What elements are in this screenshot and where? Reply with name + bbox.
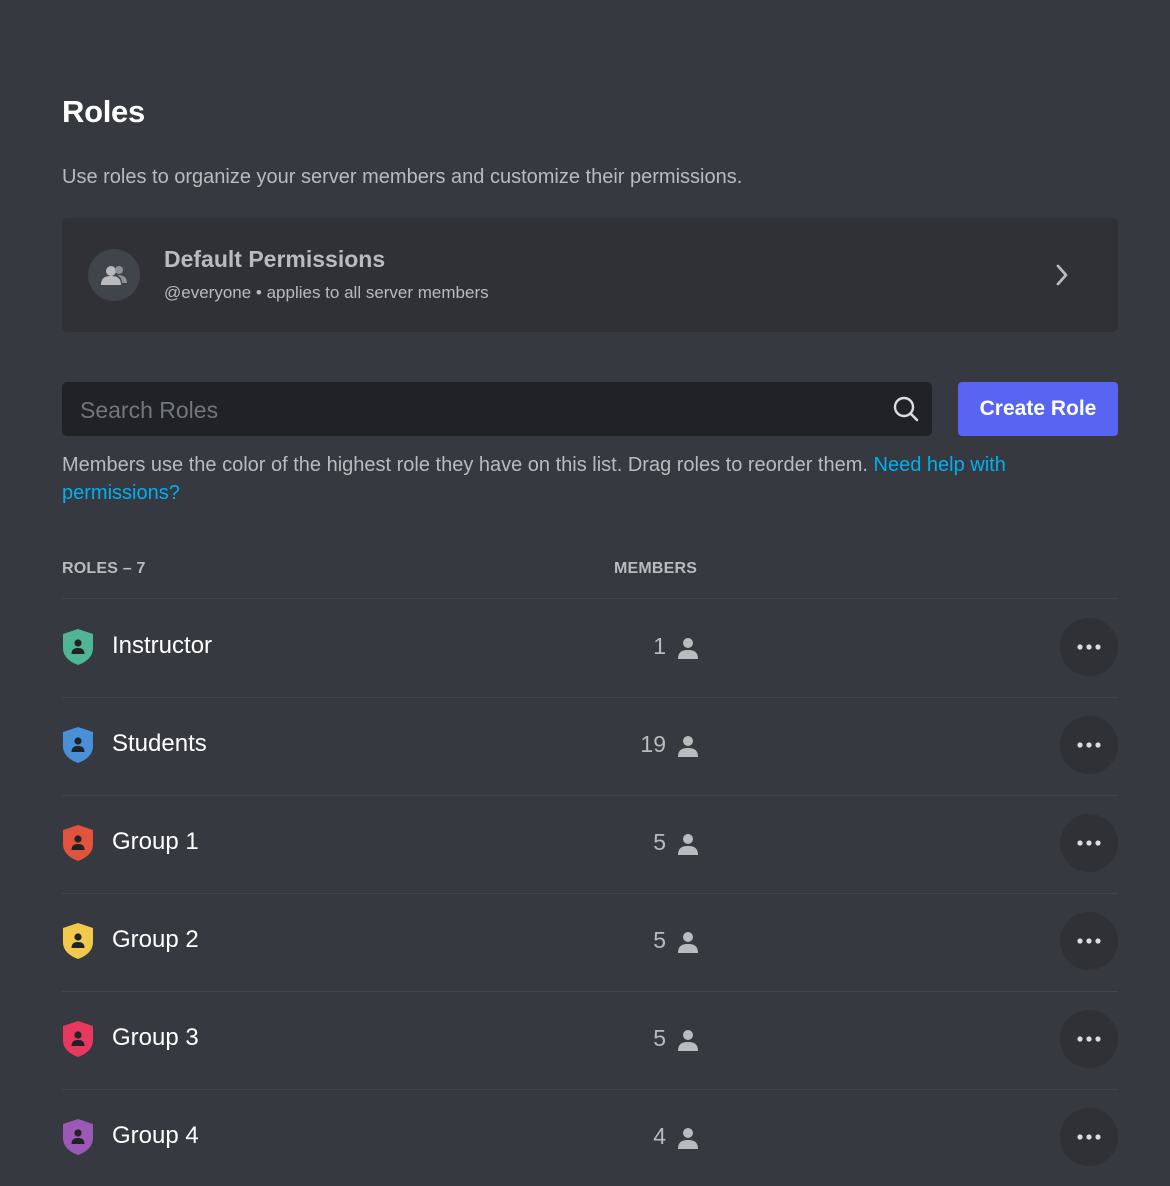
role-row[interactable]: Students 19	[62, 697, 1118, 796]
role-more-button[interactable]	[1060, 716, 1118, 774]
role-member-count: 19	[640, 731, 666, 757]
role-name: Students	[112, 730, 207, 757]
role-more-button[interactable]	[1060, 912, 1118, 970]
default-permissions-card[interactable]: Default Permissions @everyone • applies …	[62, 218, 1118, 332]
person-icon	[678, 1030, 698, 1051]
default-permissions-subtitle: @everyone • applies to all server member…	[164, 283, 489, 302]
chevron-right-icon	[1056, 264, 1068, 286]
role-member-count: 1	[653, 633, 666, 659]
role-row[interactable]: Group 4 4	[62, 1089, 1118, 1186]
role-row[interactable]: Group 1 5	[62, 795, 1118, 894]
person-icon	[678, 736, 698, 757]
role-row[interactable]: Group 3 5	[62, 991, 1118, 1090]
person-icon	[678, 932, 698, 953]
role-shield-icon	[63, 1021, 93, 1057]
role-name: Group 2	[112, 926, 199, 953]
role-shield-icon	[63, 1119, 93, 1155]
page-subtitle: Use roles to organize your server member…	[62, 166, 743, 188]
more-options-icon	[1077, 644, 1101, 650]
role-row[interactable]: Group 2 5	[62, 893, 1118, 992]
page-title: Roles	[62, 94, 145, 129]
more-options-icon	[1077, 1134, 1101, 1140]
help-description: Members use the color of the highest rol…	[62, 454, 868, 476]
person-icon	[678, 834, 698, 855]
role-row[interactable]: Instructor 1	[62, 599, 1118, 698]
role-member-count: 4	[653, 1123, 666, 1149]
role-shield-icon	[63, 923, 93, 959]
more-options-icon	[1077, 1036, 1101, 1042]
person-icon	[678, 1128, 698, 1149]
search-roles-input[interactable]	[78, 382, 872, 438]
role-more-button[interactable]	[1060, 1108, 1118, 1166]
role-member-count: 5	[653, 1025, 666, 1051]
role-shield-icon	[63, 825, 93, 861]
role-name: Instructor	[112, 632, 213, 659]
role-more-button[interactable]	[1060, 814, 1118, 872]
more-options-icon	[1077, 938, 1101, 944]
search-icon[interactable]	[892, 395, 920, 423]
role-shield-icon	[63, 727, 93, 763]
role-member-count: 5	[653, 927, 666, 953]
role-name: Group 4	[112, 1122, 199, 1149]
default-permissions-title: Default Permissions	[164, 246, 386, 272]
roles-column-header: ROLES – 7	[62, 560, 146, 577]
more-options-icon	[1077, 840, 1101, 846]
role-more-button[interactable]	[1060, 1010, 1118, 1068]
role-shield-icon	[63, 629, 93, 665]
more-options-icon	[1077, 742, 1101, 748]
roles-settings-page: Roles Use roles to organize your server …	[0, 0, 1170, 1186]
create-role-button[interactable]: Create Role	[958, 382, 1118, 436]
role-member-count: 5	[653, 829, 666, 855]
role-name: Group 1	[112, 828, 199, 855]
members-icon	[88, 249, 140, 301]
role-more-button[interactable]	[1060, 618, 1118, 676]
help-text: Members use the color of the highest rol…	[62, 451, 1092, 507]
members-column-header: MEMBERS	[614, 560, 698, 577]
role-name: Group 3	[112, 1024, 199, 1051]
search-roles-box	[62, 382, 932, 438]
person-icon	[678, 638, 698, 659]
